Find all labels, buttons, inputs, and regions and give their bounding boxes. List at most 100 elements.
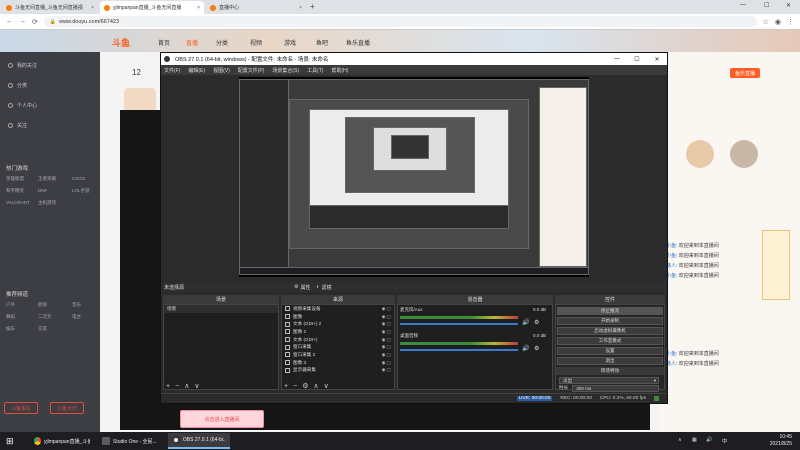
topnav-games[interactable]: 游戏: [284, 38, 296, 47]
settings-button[interactable]: 设置: [557, 347, 663, 355]
sidebar-hot-game[interactable]: 和平精英: [6, 188, 24, 194]
add-source-icon[interactable]: +: [284, 383, 288, 390]
sidebar-rec-channel[interactable]: 音乐: [72, 302, 81, 308]
menu-profile[interactable]: 配置文件(P): [238, 67, 265, 74]
reload-icon[interactable]: ⟳: [32, 18, 38, 26]
gear-icon[interactable]: ⚙: [534, 319, 539, 326]
volume-slider[interactable]: [400, 323, 518, 325]
gift-avatar[interactable]: [730, 140, 758, 168]
scene-item[interactable]: 场景: [164, 305, 278, 313]
volume-icon[interactable]: 🔊: [706, 437, 712, 443]
eye-icon[interactable]: ◉ ▢: [382, 337, 391, 343]
source-item[interactable]: 视频采集设备 ◉ ▢: [282, 305, 394, 313]
speaker-icon[interactable]: 🔊: [522, 319, 529, 326]
sidebar-rec-channel[interactable]: 二次元: [38, 314, 52, 320]
system-clock[interactable]: 10:45 2021/8/25: [770, 434, 792, 448]
gear-icon[interactable]: ⚙: [294, 284, 298, 290]
eye-icon[interactable]: ◉ ▢: [382, 367, 391, 373]
source-item[interactable]: 显示器采集 ◉ ▢: [282, 367, 394, 375]
eye-icon[interactable]: ◉ ▢: [382, 306, 391, 312]
speaker-icon[interactable]: 🔊: [522, 345, 529, 352]
source-item[interactable]: 文本 (GDI+) 2 ◉ ▢: [282, 320, 394, 328]
duration-input[interactable]: 300 ms: [572, 384, 659, 392]
sidebar-hot-game[interactable]: LOL手游: [72, 188, 90, 194]
remove-scene-icon[interactable]: −: [175, 383, 179, 390]
menu-help[interactable]: 帮助(H): [331, 67, 348, 74]
source-item[interactable]: 文本 (GDI+) ◉ ▢: [282, 336, 394, 344]
sidebar-rec-channel[interactable]: 舞蹈: [6, 314, 15, 320]
eye-icon[interactable]: ◉ ▢: [382, 321, 391, 327]
source-item[interactable]: 图像 2 ◉ ▢: [282, 328, 394, 336]
obs-close-button[interactable]: ✕: [647, 53, 667, 65]
filter-icon[interactable]: ◐: [317, 284, 320, 290]
eye-icon[interactable]: ◉ ▢: [382, 314, 391, 320]
gear-icon[interactable]: ⚙: [302, 382, 308, 390]
source-item[interactable]: 图像 ◉ ▢: [282, 313, 394, 321]
sidebar-hot-game[interactable]: CSGO: [72, 176, 85, 181]
stop-stream-button[interactable]: 停止推流: [557, 307, 663, 315]
sidebar-item-follow[interactable]: 我的关注: [8, 62, 37, 69]
move-down-icon[interactable]: ∨: [194, 382, 199, 390]
transition-select[interactable]: 淡出 ▾: [559, 377, 659, 384]
menu-dots-icon[interactable]: ⋮: [787, 18, 794, 26]
gear-icon[interactable]: ⚙: [534, 345, 539, 352]
back-arrow-icon[interactable]: ←: [6, 18, 13, 25]
source-item[interactable]: 图像 3 ◉ ▢: [282, 359, 394, 367]
tray-chevron-icon[interactable]: ∧: [678, 437, 682, 443]
move-up-icon[interactable]: ∧: [184, 382, 189, 390]
menu-tools[interactable]: 工具(T): [307, 67, 323, 74]
star-icon[interactable]: ☆: [763, 18, 769, 26]
browser-tab[interactable]: 直播中心 ×: [206, 1, 306, 14]
menu-scene-collection[interactable]: 场景集合(S): [272, 67, 299, 74]
sidebar-rec-channel[interactable]: 颜值: [38, 302, 47, 308]
sidebar-rec-channel[interactable]: 电台: [72, 314, 81, 320]
eye-icon[interactable]: ◉ ▢: [382, 329, 391, 335]
maximize-window-icon[interactable]: ☐: [764, 2, 769, 9]
forward-arrow-icon[interactable]: →: [19, 18, 26, 25]
topnav-yule[interactable]: 鱼乐直播: [346, 38, 370, 47]
sidebar-item-profile[interactable]: 个人中心: [8, 102, 37, 109]
obs-minimize-button[interactable]: —: [607, 53, 627, 65]
douyu-logo[interactable]: 斗鱼: [112, 36, 130, 49]
menu-edit[interactable]: 编辑(E): [188, 67, 205, 74]
close-tab-icon[interactable]: ×: [88, 5, 94, 11]
add-scene-icon[interactable]: +: [166, 383, 170, 390]
topnav-yuba[interactable]: 鱼吧: [316, 38, 328, 47]
sidebar-hall-button[interactable]: 斗鱼大厅: [50, 402, 85, 414]
taskbar-app-obs[interactable]: OBS 27.0.1 (64-bi...: [168, 433, 230, 449]
sidebar-rec-channel[interactable]: 娱乐: [6, 326, 15, 332]
obs-preview-canvas[interactable]: [239, 77, 589, 277]
windows-start-icon[interactable]: ⊞: [6, 436, 14, 446]
close-window-icon[interactable]: ✕: [786, 2, 791, 9]
taskbar-app-chrome[interactable]: yjlmpanpan直播_斗鱼...: [30, 433, 94, 449]
properties-button[interactable]: 属性: [301, 284, 311, 291]
topnav-live[interactable]: 直播: [186, 38, 198, 47]
eye-icon[interactable]: ◉ ▢: [382, 360, 391, 366]
browser-tab-active[interactable]: yjlmpanpan直播_斗鱼无间直播 ×: [100, 1, 204, 14]
sidebar-item-subscriptions[interactable]: 关注: [8, 122, 27, 129]
sidebar-item-category[interactable]: 分类: [8, 82, 27, 89]
url-input[interactable]: 🔒 www.douyu.com/667423: [43, 16, 757, 27]
sidebar-rec-channel[interactable]: 户外: [6, 302, 15, 308]
promo-card[interactable]: [762, 230, 790, 300]
sidebar-hot-game[interactable]: 王者荣耀: [38, 176, 56, 182]
start-recording-button[interactable]: 开始录制: [557, 317, 663, 325]
studio-mode-button[interactable]: 工作室模式: [557, 337, 663, 345]
sidebar-fleet-button[interactable]: 斗鱼车队: [4, 402, 39, 414]
new-tab-button[interactable]: +: [310, 2, 315, 11]
minimize-window-icon[interactable]: —: [740, 2, 746, 8]
close-tab-icon[interactable]: ×: [296, 5, 302, 11]
close-tab-icon[interactable]: ×: [194, 5, 200, 11]
input-method-indicator[interactable]: 中: [722, 437, 728, 445]
eye-icon[interactable]: ◉ ▢: [382, 352, 391, 358]
remove-source-icon[interactable]: −: [293, 383, 297, 390]
move-down-icon[interactable]: ∨: [324, 382, 329, 390]
volume-slider[interactable]: [400, 349, 518, 351]
topnav-video[interactable]: 视频: [250, 38, 262, 47]
move-up-icon[interactable]: ∧: [313, 382, 318, 390]
menu-view[interactable]: 视图(V): [213, 67, 230, 74]
source-item[interactable]: 窗口采集 2 ◉ ▢: [282, 351, 394, 359]
taskbar-app-studio-one[interactable]: Studio One - 全民...: [98, 433, 164, 449]
obs-maximize-button[interactable]: ☐: [627, 53, 647, 65]
source-item[interactable]: 窗口采集 ◉ ▢: [282, 343, 394, 351]
